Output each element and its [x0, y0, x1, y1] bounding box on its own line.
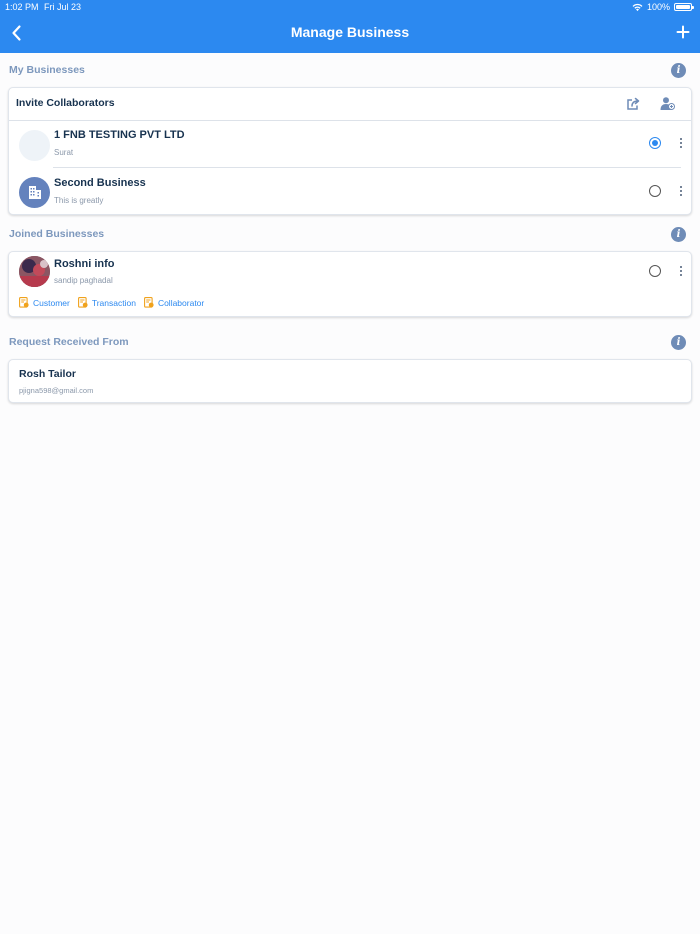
row-divider	[53, 167, 681, 168]
permission-label: Customer	[33, 297, 70, 308]
add-button[interactable]	[676, 24, 690, 40]
invite-collaborators-row[interactable]: Invite Collaborators	[9, 88, 691, 121]
business-avatar	[19, 256, 50, 287]
requests-header: Request Received From i	[9, 335, 686, 351]
info-icon[interactable]: i	[671, 63, 686, 78]
more-options-icon[interactable]	[678, 266, 684, 278]
share-icon[interactable]	[626, 96, 641, 111]
battery-percent: 100%	[646, 2, 670, 12]
request-card[interactable]: Rosh Tailor pjigna598@gmail.com	[8, 359, 692, 403]
business-select-radio[interactable]	[649, 137, 661, 149]
status-bar: 1:02 PM Fri Jul 23 100%	[0, 0, 700, 14]
navigation-bar: 1:02 PM Fri Jul 23 100% Manage Business	[0, 0, 700, 53]
business-subtitle: This is greatly	[54, 196, 104, 205]
joined-businesses-title: Joined Businesses	[9, 228, 105, 240]
more-options-icon[interactable]	[678, 138, 684, 150]
battery-icon	[674, 3, 694, 11]
invite-collaborators-label: Invite Collaborators	[16, 97, 115, 109]
business-owner: sandip paghadal	[54, 276, 113, 285]
business-name: 1 FNB TESTING PVT LTD	[54, 129, 185, 141]
joined-businesses-header: Joined Businesses i	[9, 227, 686, 243]
permission-doc-icon	[77, 297, 88, 308]
business-row[interactable]: Second Business This is greatly	[9, 169, 691, 217]
my-businesses-card: Invite Collaborators 1 FNB TESTING PVT L…	[8, 87, 692, 215]
business-avatar	[19, 130, 50, 161]
building-avatar-icon	[19, 177, 50, 208]
status-time: 1:02 PM	[5, 2, 39, 12]
permission-doc-icon	[19, 297, 29, 308]
permission-transaction[interactable]: Transaction	[77, 297, 136, 308]
wifi-icon	[632, 3, 643, 11]
more-options-icon[interactable]	[678, 186, 684, 198]
requests-title: Request Received From	[9, 336, 129, 348]
my-businesses-title: My Businesses	[9, 64, 85, 76]
status-right: 100%	[632, 2, 694, 12]
permission-customer[interactable]: Customer	[19, 297, 70, 308]
permission-collaborator[interactable]: Collaborator	[143, 297, 205, 308]
business-name: Second Business	[54, 177, 146, 189]
requester-email: pjigna598@gmail.com	[19, 386, 94, 395]
permission-label: Collaborator	[157, 297, 205, 308]
page-title: Manage Business	[290, 24, 410, 40]
joined-businesses-card: Roshni info sandip paghadal Customer Tra…	[8, 251, 692, 317]
info-icon[interactable]: i	[671, 227, 686, 242]
business-subtitle: Surat	[54, 148, 74, 157]
permissions-row: Customer Transaction Collaborator	[19, 297, 206, 308]
requester-name: Rosh Tailor	[19, 368, 76, 380]
business-name: Roshni info	[54, 258, 115, 270]
business-row[interactable]: 1 FNB TESTING PVT LTD Surat	[9, 121, 691, 169]
info-icon[interactable]: i	[671, 335, 686, 350]
permission-doc-icon	[143, 297, 154, 308]
permission-label: Transaction	[91, 297, 136, 308]
joined-business-row[interactable]: Roshni info sandip paghadal	[9, 252, 691, 300]
status-date: Fri Jul 23	[44, 2, 82, 12]
add-collaborator-icon[interactable]	[660, 96, 675, 111]
business-select-radio[interactable]	[649, 185, 661, 197]
business-select-radio[interactable]	[649, 265, 661, 277]
my-businesses-header: My Businesses i	[9, 63, 686, 79]
